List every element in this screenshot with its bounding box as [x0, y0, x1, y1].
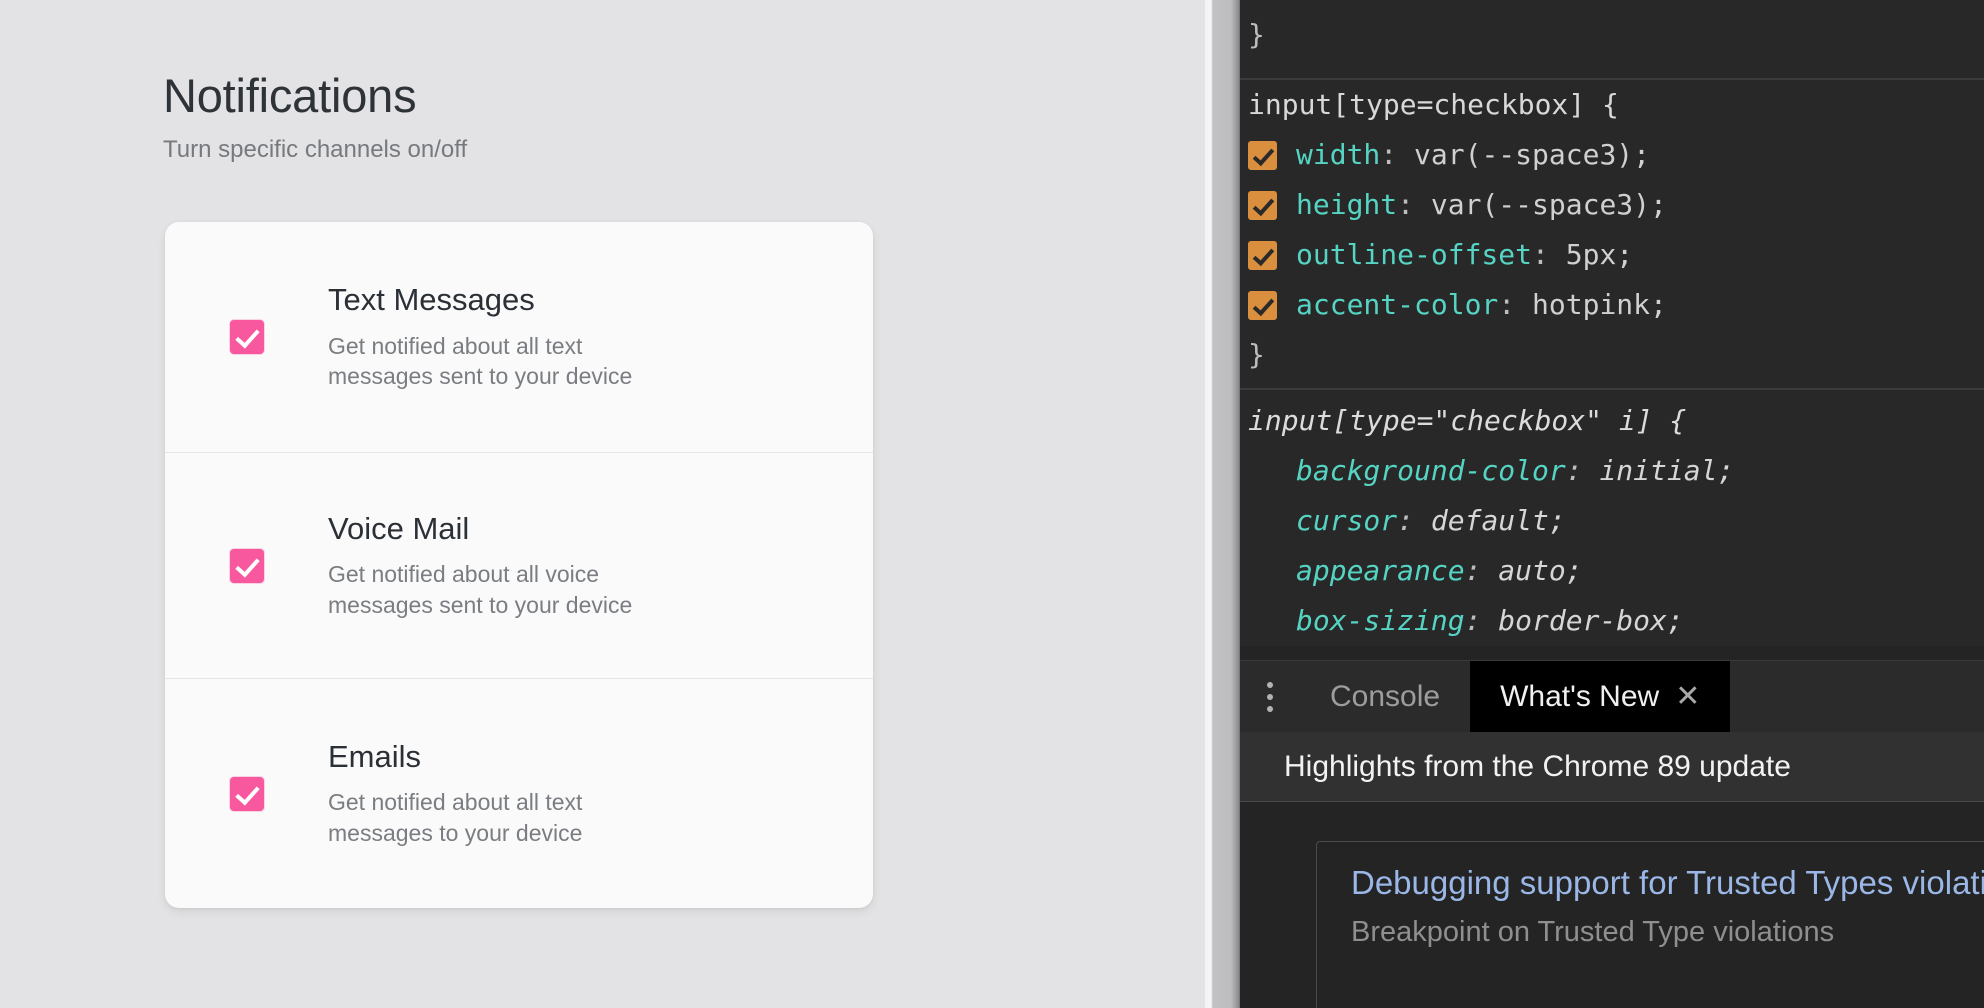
- whats-new-entry-subtitle: Breakpoint on Trusted Type violations: [1351, 916, 1984, 949]
- devtools-panel: } input[type=checkbox] { width: var(--sp…: [1240, 0, 1984, 1008]
- styles-pane: } input[type=checkbox] { width: var(--sp…: [1240, 0, 1984, 660]
- css-declaration-cursor[interactable]: cursor: default;: [1240, 496, 1984, 546]
- devtools-drawer-tabbar: Console What's New ✕: [1240, 660, 1984, 733]
- notification-label: Text Messages: [328, 282, 845, 318]
- row-text: Emails Get notified about all text messa…: [328, 739, 873, 849]
- css-closing-brace: }: [1240, 330, 1984, 380]
- notification-label: Emails: [328, 739, 845, 775]
- css-declaration-height[interactable]: height: var(--space3);: [1240, 180, 1984, 230]
- tab-label: Console: [1330, 680, 1440, 714]
- tab-whats-new[interactable]: What's New ✕: [1470, 661, 1730, 733]
- notification-description: Get notified about all text messages sen…: [328, 331, 678, 392]
- notification-label: Voice Mail: [328, 511, 845, 547]
- clipped-css-line: [1240, 0, 1984, 10]
- kebab-menu-icon[interactable]: [1240, 661, 1300, 733]
- css-selector[interactable]: input[type=checkbox] {: [1240, 80, 1984, 130]
- close-icon[interactable]: ✕: [1675, 682, 1700, 712]
- checkbox-cell: [165, 549, 328, 583]
- tab-label: What's New: [1500, 680, 1659, 714]
- notification-row-text-messages[interactable]: Text Messages Get notified about all tex…: [165, 222, 873, 452]
- css-declaration-appearance[interactable]: appearance: auto;: [1240, 546, 1984, 596]
- settings-page: Notifications Turn specific channels on/…: [0, 0, 1205, 1008]
- page-subtitle: Turn specific channels on/off: [163, 136, 467, 164]
- css-declaration-outline-offset[interactable]: outline-offset: 5px;: [1240, 230, 1984, 280]
- declaration-enabled-checkbox-icon[interactable]: [1248, 191, 1277, 220]
- devtools-resize-handle[interactable]: [1205, 0, 1240, 1008]
- css-closing-brace: }: [1240, 10, 1984, 60]
- css-rule-author: input[type=checkbox] { width: var(--spac…: [1240, 80, 1984, 388]
- browser-viewport: Notifications Turn specific channels on/…: [0, 0, 1205, 1008]
- whats-new-highlights-heading: Highlights from the Chrome 89 update: [1240, 732, 1984, 802]
- css-rule-user-agent: input[type="checkbox" i] { background-co…: [1240, 390, 1984, 646]
- checkbox-text-messages[interactable]: [230, 320, 264, 354]
- whats-new-entry[interactable]: Debugging support for Trusted Types viol…: [1316, 841, 1984, 1008]
- declaration-enabled-checkbox-icon[interactable]: [1248, 141, 1277, 170]
- checkbox-voice-mail[interactable]: [230, 549, 264, 583]
- notifications-card: Text Messages Get notified about all tex…: [165, 222, 873, 908]
- checkbox-cell: [165, 777, 328, 811]
- declaration-enabled-checkbox-icon[interactable]: [1248, 291, 1277, 320]
- row-text: Text Messages Get notified about all tex…: [328, 282, 873, 392]
- notification-description: Get notified about all text messages to …: [328, 787, 678, 848]
- css-declaration-width[interactable]: width: var(--space3);: [1240, 130, 1984, 180]
- notification-description: Get notified about all voice messages se…: [328, 559, 678, 620]
- css-selector[interactable]: input[type="checkbox" i] {: [1240, 396, 1984, 446]
- checkbox-emails[interactable]: [230, 777, 264, 811]
- notification-row-voice-mail[interactable]: Voice Mail Get notified about all voice …: [165, 452, 873, 678]
- notification-row-emails[interactable]: Emails Get notified about all text messa…: [165, 678, 873, 908]
- css-declaration-background-color[interactable]: background-color: initial;: [1240, 446, 1984, 496]
- declaration-enabled-checkbox-icon[interactable]: [1248, 241, 1277, 270]
- page-title: Notifications: [163, 68, 416, 123]
- whats-new-entry-title[interactable]: Debugging support for Trusted Types viol…: [1351, 864, 1984, 902]
- checkbox-cell: [165, 320, 328, 354]
- row-text: Voice Mail Get notified about all voice …: [328, 511, 873, 621]
- css-declaration-box-sizing[interactable]: box-sizing: border-box;: [1240, 596, 1984, 646]
- whats-new-content: Debugging support for Trusted Types viol…: [1240, 803, 1984, 1008]
- css-declaration-accent-color[interactable]: accent-color: hotpink;: [1240, 280, 1984, 330]
- tab-console[interactable]: Console: [1300, 661, 1470, 733]
- css-rule-truncated: }: [1240, 0, 1984, 78]
